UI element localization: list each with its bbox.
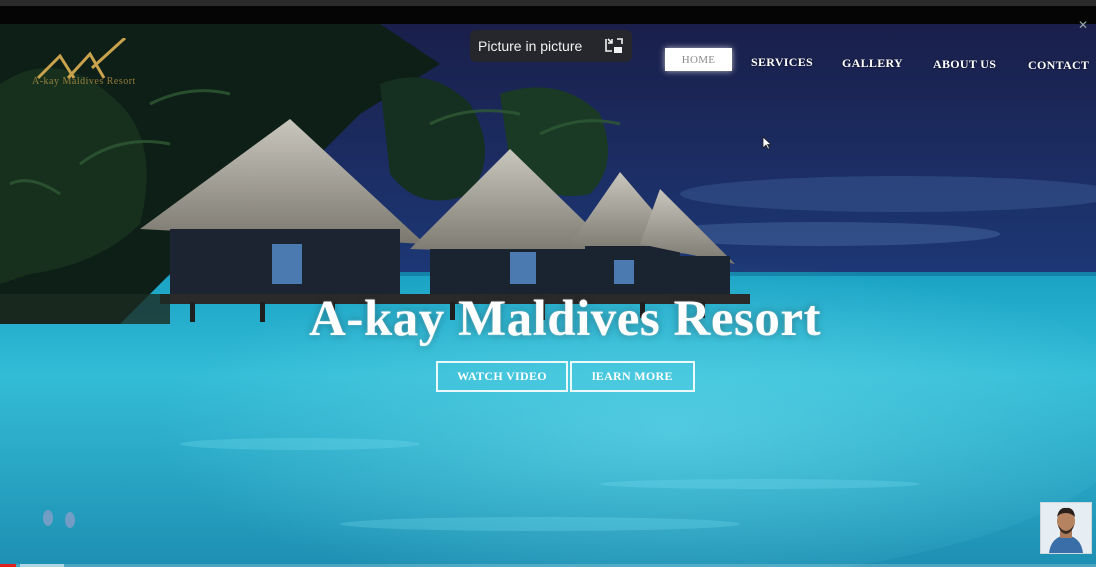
nav-about-us[interactable]: ABOUT US	[933, 57, 996, 72]
nav-services[interactable]: SERVICES	[751, 55, 813, 70]
learn-more-button[interactable]: lEARN MORE	[570, 361, 695, 392]
presenter-avatar	[1041, 503, 1091, 553]
nav-home[interactable]: HOME	[665, 48, 732, 71]
webcam-thumbnail	[1040, 502, 1092, 554]
nav-gallery[interactable]: GALLERY	[842, 56, 903, 71]
main-nav: HOME SERVICES GALLERY ABOUT US CONTACT	[664, 48, 1094, 78]
logo-text: A-kay Maldives Resort	[32, 76, 136, 87]
browser-tab-strip	[0, 6, 1096, 24]
watch-video-button[interactable]: WATCH VIDEO	[436, 361, 568, 392]
mouse-cursor-icon	[762, 136, 772, 150]
pip-exit-icon	[605, 38, 623, 53]
screen: A-kay Maldives Resort Picture in picture…	[0, 0, 1096, 567]
hero-title: A-kay Maldives Resort	[309, 291, 821, 347]
nav-contact[interactable]: CONTACT	[1028, 58, 1089, 73]
close-icon[interactable]: ✕	[1078, 18, 1088, 32]
pip-label: Picture in picture	[478, 38, 583, 54]
picture-in-picture-button[interactable]: Picture in picture	[470, 30, 632, 62]
